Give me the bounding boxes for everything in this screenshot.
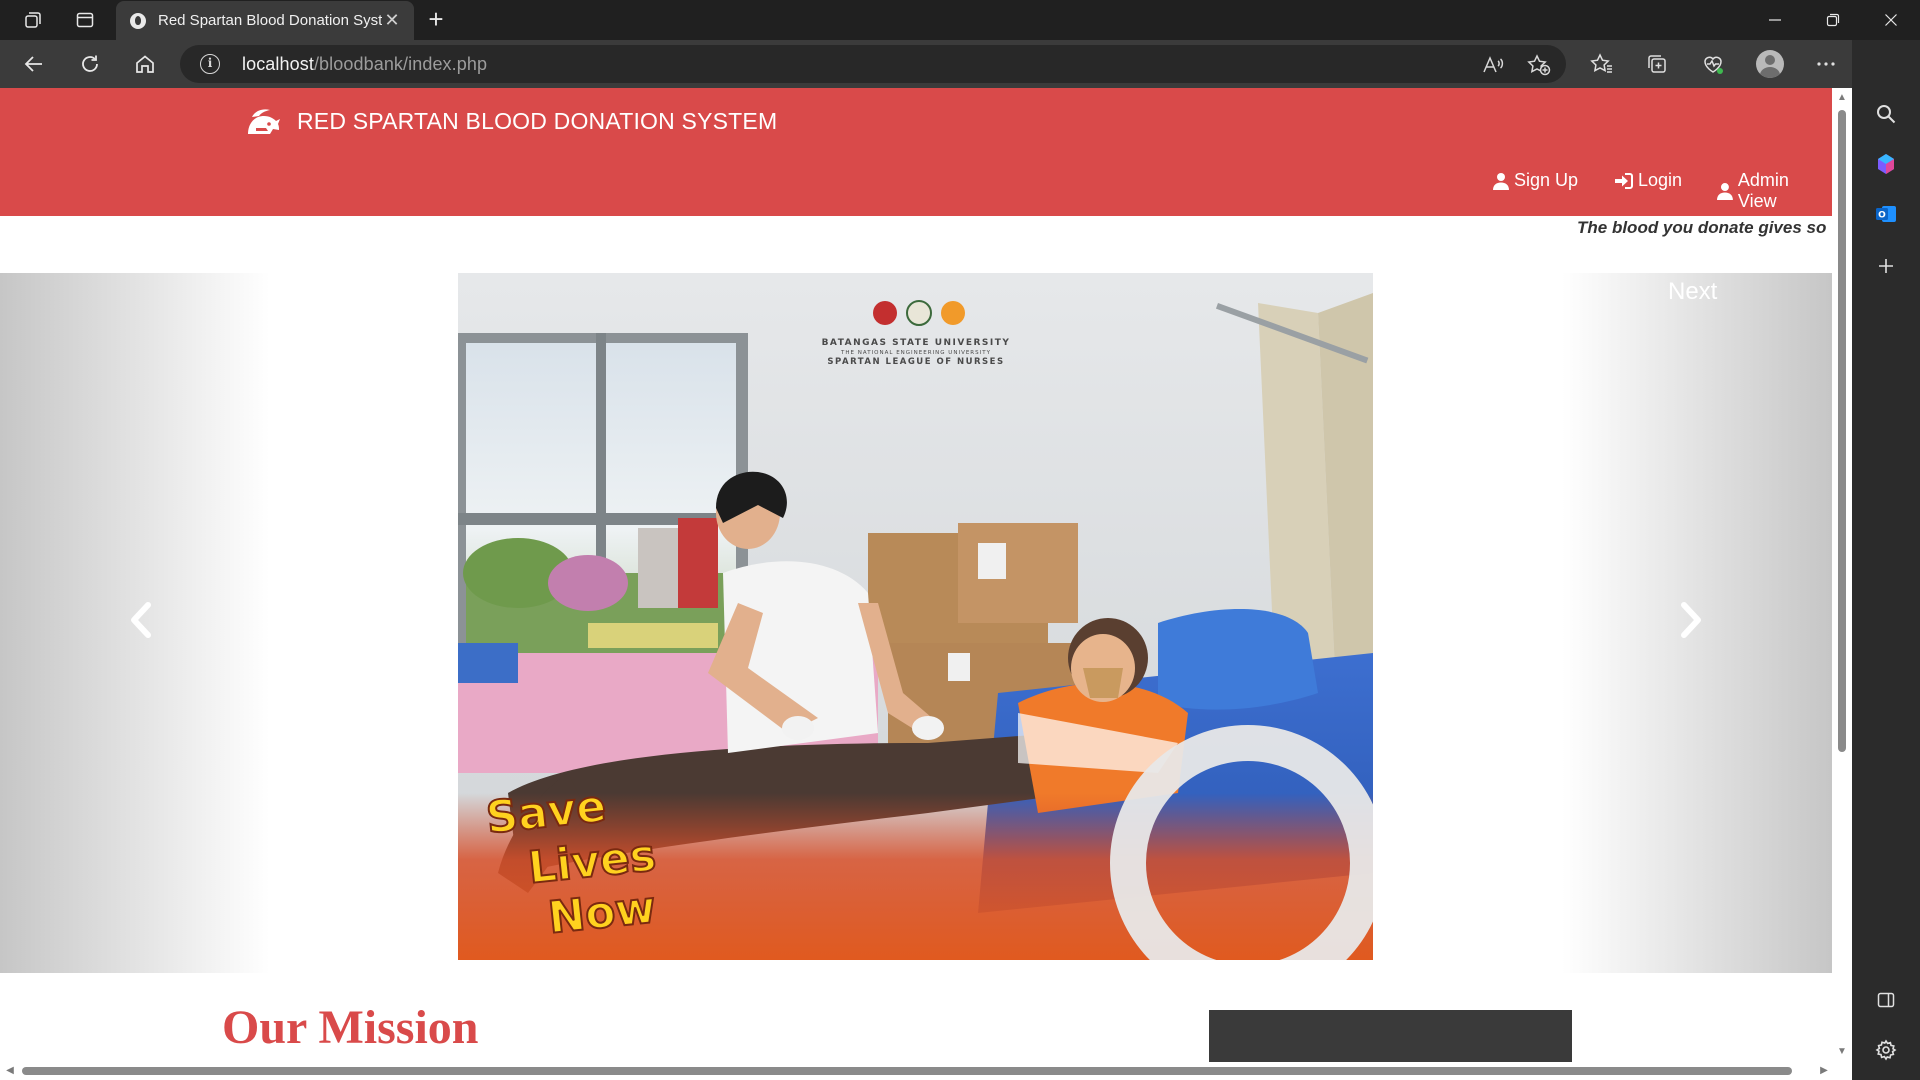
slide-org-text: SPARTAN LEAGUE OF NURSES (827, 357, 1004, 367)
restore-icon[interactable] (1804, 0, 1862, 40)
hide-sidebar-icon[interactable] (1872, 986, 1900, 1014)
outlook-icon[interactable]: O (1872, 200, 1900, 228)
vertical-scrollbar[interactable]: ▲ ▼ (1832, 88, 1852, 1062)
add-favorite-icon[interactable] (1526, 52, 1552, 78)
address-bar[interactable]: i localhost/bloodbank/index.php (180, 45, 1566, 83)
url-text[interactable]: localhost/bloodbank/index.php (242, 54, 487, 75)
horizontal-scrollbar[interactable]: ◀ ▶ (0, 1062, 1852, 1080)
minimize-icon[interactable] (1746, 0, 1804, 40)
nav-sign-up-label: Sign Up (1514, 170, 1579, 190)
site-header: RED SPARTAN BLOOD DONATION SYSTEM Sign U… (0, 88, 1832, 216)
horizontal-scroll-thumb[interactable] (22, 1067, 1792, 1075)
profile-avatar[interactable] (1756, 50, 1784, 78)
scroll-right-icon[interactable]: ▶ (1818, 1065, 1830, 1077)
active-tab[interactable]: Red Spartan Blood Donation Syst ✕ (116, 1, 414, 40)
slide-university-sub-text: THE NATIONAL ENGINEERING UNIVERSITY (840, 350, 991, 356)
scroll-up-icon[interactable]: ▲ (1836, 92, 1848, 104)
nav-login-label: Login (1638, 170, 1683, 190)
browser-toolbar: i localhost/bloodbank/index.php (0, 40, 1920, 88)
tab-actions-icon[interactable] (58, 0, 112, 40)
vertical-scroll-thumb[interactable] (1838, 110, 1846, 752)
more-icon[interactable] (1812, 50, 1840, 78)
carousel-next-label[interactable]: Next (1668, 278, 1717, 306)
favorites-icon[interactable] (1588, 50, 1616, 78)
page-viewport: RED SPARTAN BLOOD DONATION SYSTEM Sign U… (0, 88, 1832, 1062)
add-sidebar-app-icon[interactable] (1872, 252, 1900, 280)
nav-admin-view-label: Admin View (1737, 170, 1789, 211)
user-icon (1493, 172, 1509, 190)
edge-sidebar: O (1852, 40, 1920, 1080)
mission-image-placeholder (1209, 1010, 1572, 1062)
slide-university-text: BATANGAS STATE UNIVERSITY (822, 338, 1011, 348)
workspaces-icon[interactable] (6, 0, 60, 40)
browser-essentials-icon[interactable] (1699, 50, 1727, 78)
scroll-down-icon[interactable]: ▼ (1836, 1046, 1848, 1058)
collections-icon[interactable] (1643, 50, 1671, 78)
chevron-right-icon[interactable] (1670, 595, 1710, 645)
new-tab-button[interactable]: + (420, 4, 452, 36)
site-info-icon[interactable]: i (200, 54, 220, 74)
tab-favicon-icon (130, 12, 146, 29)
home-icon[interactable] (127, 46, 163, 82)
login-icon (1615, 172, 1633, 189)
nav-login-link[interactable]: Login (1614, 170, 1682, 191)
image-carousel: BATANGAS STATE UNIVERSITY THE NATIONAL E… (0, 273, 1832, 973)
admin-user-icon (1716, 183, 1733, 200)
carousel-slide-image: BATANGAS STATE UNIVERSITY THE NATIONAL E… (458, 273, 1373, 960)
svg-text:O: O (1878, 211, 1886, 221)
scrolling-tagline: The blood you donate gives so (1577, 218, 1827, 237)
mission-heading: Our Mission (222, 1001, 479, 1054)
scroll-left-icon[interactable]: ◀ (4, 1065, 16, 1077)
settings-gear-icon[interactable] (1872, 1036, 1900, 1064)
spartan-helmet-logo-icon[interactable] (242, 106, 282, 140)
chevron-left-icon[interactable] (122, 595, 162, 645)
back-arrow-icon[interactable] (16, 46, 52, 82)
browser-tab-bar: Red Spartan Blood Donation Syst ✕ + (0, 0, 1920, 40)
site-brand-title[interactable]: RED SPARTAN BLOOD DONATION SYSTEM (297, 108, 777, 135)
search-icon[interactable] (1872, 100, 1900, 128)
close-window-icon[interactable] (1862, 0, 1920, 40)
nav-admin-view-link[interactable]: Admin View (1716, 170, 1832, 212)
nav-sign-up-link[interactable]: Sign Up (1492, 170, 1578, 191)
refresh-icon[interactable] (72, 46, 108, 82)
tab-title: Red Spartan Blood Donation Syst (158, 12, 382, 29)
tab-close-icon[interactable]: ✕ (382, 10, 402, 31)
read-aloud-icon[interactable] (1480, 52, 1506, 78)
copilot-sidebar-icon[interactable] (1872, 150, 1900, 178)
